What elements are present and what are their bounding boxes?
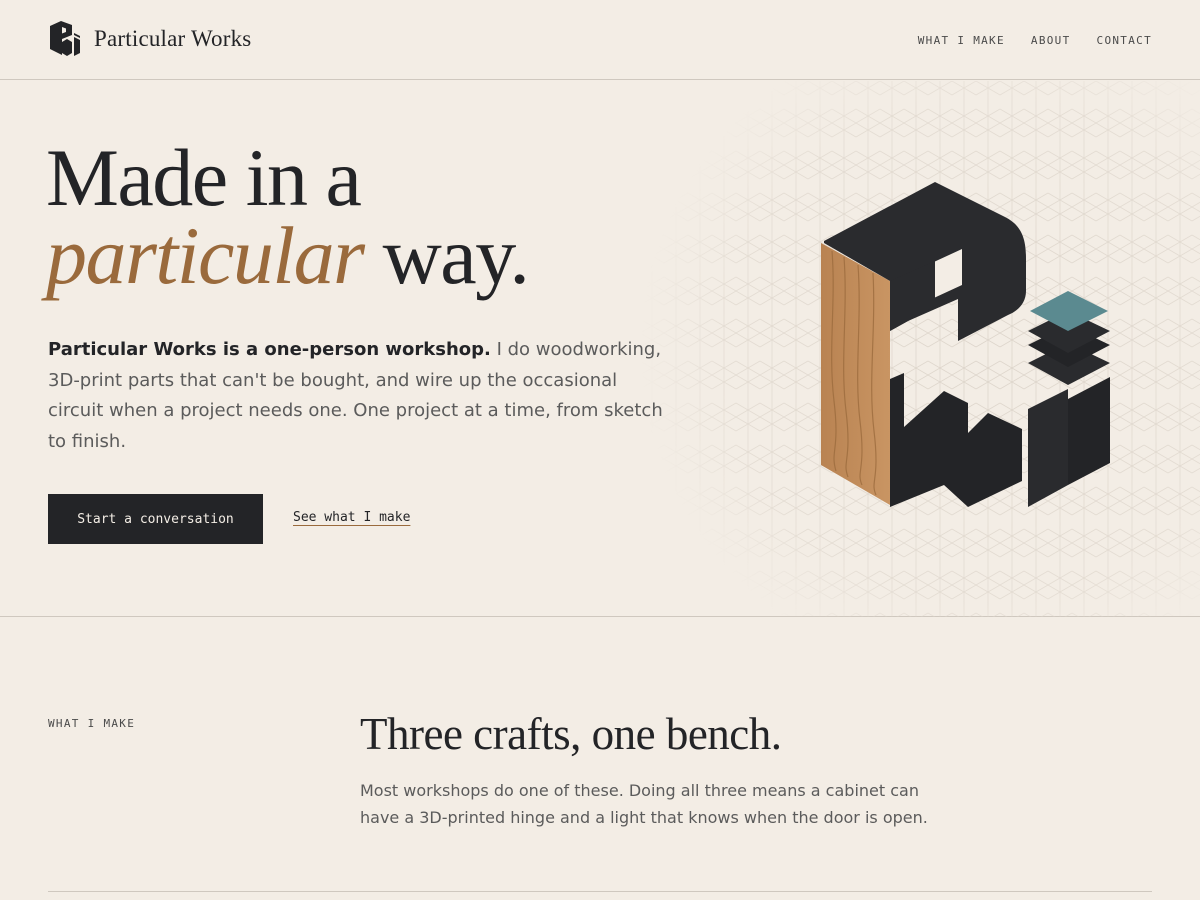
- nav-what-i-make[interactable]: WHAT I MAKE: [918, 34, 1005, 47]
- hero-lede: Particular Works is a one-person worksho…: [48, 335, 668, 457]
- lede-strong: Particular Works is a one-person worksho…: [48, 339, 491, 360]
- headline-rest: way.: [363, 210, 530, 301]
- section-body: Most workshops do one of these. Doing al…: [360, 781, 928, 827]
- section-divider: [48, 891, 1152, 892]
- section-label: WHAT I MAKE: [48, 717, 136, 730]
- see-what-i-make-link[interactable]: See what I make: [293, 510, 410, 525]
- main-nav: WHAT I MAKE ABOUT CONTACT: [918, 34, 1152, 47]
- pw-isometric-mark-icon: [821, 182, 1110, 507]
- headline-accent: particular: [46, 210, 365, 301]
- site-header: Particular Works WHAT I MAKE ABOUT CONTA…: [0, 0, 1200, 80]
- pw-monogram-icon: [50, 21, 80, 56]
- section-title: Three crafts, one bench.: [360, 709, 782, 759]
- nav-about[interactable]: ABOUT: [1031, 34, 1071, 47]
- nav-contact[interactable]: CONTACT: [1097, 34, 1152, 47]
- hero-section: Made in a particular way. Particular Wor…: [0, 81, 1200, 617]
- brand-name: Particular Works: [94, 26, 252, 51]
- start-conversation-button[interactable]: Start a conversation: [48, 494, 263, 544]
- hero-headline: Made in a particular way.: [46, 137, 530, 297]
- brand-home-link[interactable]: Particular Works: [48, 20, 251, 58]
